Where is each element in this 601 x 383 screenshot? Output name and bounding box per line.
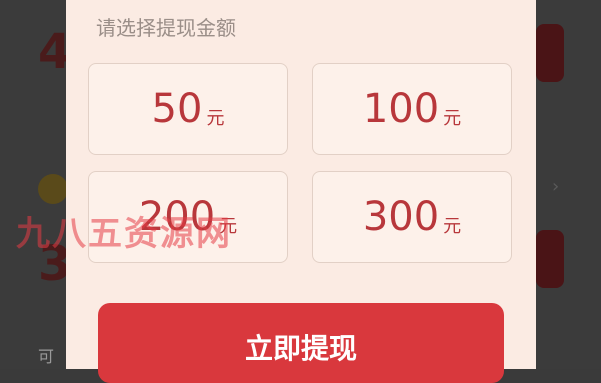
amount-option-100[interactable]: 100 元 bbox=[312, 63, 512, 155]
background-text: 可 bbox=[38, 347, 55, 366]
sheet-title: 请选择提现金额 bbox=[96, 16, 236, 40]
withdraw-sheet: 请选择提现金额 50 元 100 元 200 元 300 元 立即提现 bbox=[66, 0, 536, 383]
chevron-right-icon: › bbox=[552, 176, 560, 197]
amount-option-50[interactable]: 50 元 bbox=[88, 63, 288, 155]
option-unit: 元 bbox=[219, 216, 238, 237]
option-amount: 50 bbox=[151, 86, 203, 132]
amount-option-300[interactable]: 300 元 bbox=[312, 171, 512, 263]
coin-icon bbox=[38, 174, 68, 204]
withdraw-now-button[interactable]: 立即提现 bbox=[98, 303, 504, 383]
option-amount: 200 bbox=[138, 194, 216, 240]
background-button-mid bbox=[536, 230, 564, 288]
amount-option-200[interactable]: 200 元 bbox=[88, 171, 288, 263]
option-amount: 100 bbox=[362, 86, 440, 132]
option-unit: 元 bbox=[443, 108, 462, 129]
background-button-top bbox=[536, 24, 564, 82]
option-unit: 元 bbox=[443, 216, 462, 237]
option-unit: 元 bbox=[206, 108, 225, 129]
option-amount: 300 bbox=[362, 194, 440, 240]
